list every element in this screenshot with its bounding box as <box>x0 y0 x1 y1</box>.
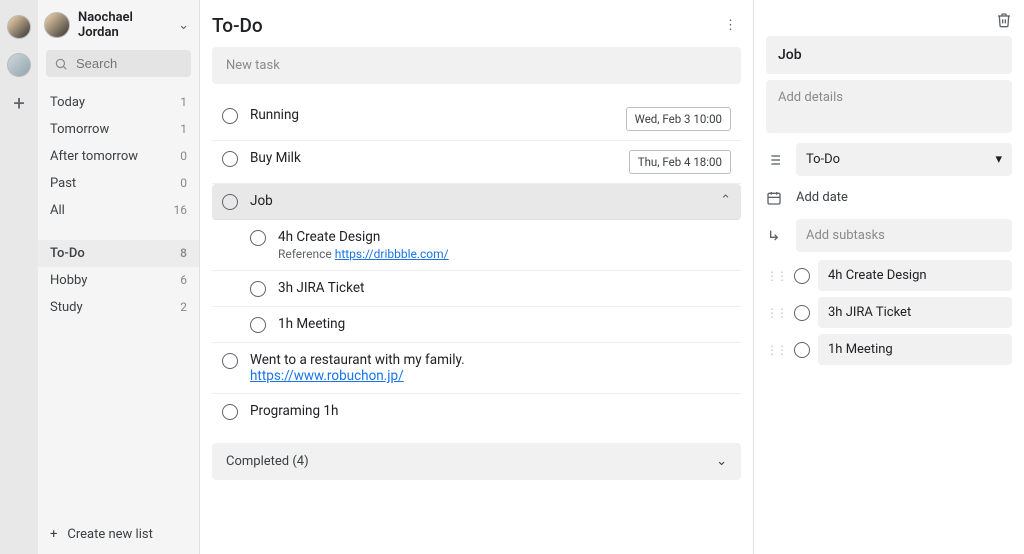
complete-toggle[interactable] <box>794 305 810 321</box>
complete-toggle[interactable] <box>222 108 238 124</box>
plus-icon: + <box>50 527 57 542</box>
search-box[interactable] <box>46 50 191 77</box>
task-title: 4h Create Design <box>278 229 731 245</box>
task-title: 3h JIRA Ticket <box>278 280 731 296</box>
completed-label: Completed (4) <box>226 454 309 469</box>
chevron-down-icon: ⌄ <box>178 18 189 33</box>
sidebar: Naochael Jordan ⌄ Today1 Tomorrow1 After… <box>38 0 200 554</box>
list-select-value: To-Do <box>806 152 840 167</box>
delete-button[interactable] <box>996 12 1012 28</box>
list-item-todo[interactable]: To-Do8 <box>38 240 199 267</box>
add-date-button[interactable]: Add date <box>796 184 848 211</box>
task-title: Buy Milk <box>250 150 617 166</box>
reference-link[interactable]: https://dribbble.com/ <box>335 247 449 261</box>
add-subtask-input[interactable]: Add subtasks <box>796 219 1012 252</box>
account-switcher[interactable]: Naochael Jordan ⌄ <box>38 0 199 50</box>
drag-handle-icon[interactable]: ⋮⋮ <box>766 269 786 283</box>
subtask-label[interactable]: 3h JIRA Ticket <box>818 297 1012 328</box>
collapse-icon[interactable]: ⌃ <box>720 193 731 208</box>
user-name: Naochael Jordan <box>78 10 170 40</box>
filter-tomorrow[interactable]: Tomorrow1 <box>38 116 199 143</box>
task-row[interactable]: Running Wed, Feb 3 10:00 <box>212 98 741 141</box>
subtask-label[interactable]: 4h Create Design <box>818 260 1012 291</box>
complete-toggle[interactable] <box>222 194 238 210</box>
task-title: Went to a restaurant with my family.http… <box>250 352 731 384</box>
subtask-label[interactable]: 1h Meeting <box>818 334 1012 365</box>
dropdown-icon: ▾ <box>995 152 1002 167</box>
detail-notes-input[interactable]: Add details <box>766 80 1012 133</box>
calendar-icon <box>766 190 784 206</box>
detail-subtask-row[interactable]: ⋮⋮ 3h JIRA Ticket <box>766 297 1012 328</box>
drag-handle-icon[interactable]: ⋮⋮ <box>766 306 786 320</box>
complete-toggle[interactable] <box>222 404 238 420</box>
subtask-row[interactable]: 4h Create Design Reference https://dribb… <box>212 220 741 271</box>
filter-after-tomorrow[interactable]: After tomorrow0 <box>38 143 199 170</box>
complete-toggle[interactable] <box>250 317 266 333</box>
date-chip[interactable]: Wed, Feb 3 10:00 <box>626 107 731 131</box>
filter-past[interactable]: Past0 <box>38 170 199 197</box>
more-menu-button[interactable]: ⋮ <box>720 14 741 37</box>
detail-subtask-row[interactable]: ⋮⋮ 4h Create Design <box>766 260 1012 291</box>
list-select[interactable]: To-Do ▾ <box>796 143 1012 176</box>
subtask-row[interactable]: 3h JIRA Ticket <box>212 271 741 307</box>
filter-all[interactable]: All16 <box>38 197 199 224</box>
detail-panel: Job Add details To-Do ▾ Add date Add sub… <box>754 0 1024 554</box>
completed-section-toggle[interactable]: Completed (4) ⌄ <box>212 443 741 480</box>
list-item-study[interactable]: Study2 <box>38 294 199 321</box>
workspace-avatar-1[interactable] <box>7 15 31 39</box>
list-icon <box>766 152 784 168</box>
complete-toggle[interactable] <box>250 281 266 297</box>
task-row[interactable]: Buy Milk Thu, Feb 4 18:00 <box>212 141 741 184</box>
task-title: 1h Meeting <box>278 316 731 332</box>
detail-subtask-row[interactable]: ⋮⋮ 1h Meeting <box>766 334 1012 365</box>
workspace-avatar-2[interactable] <box>7 53 31 77</box>
complete-toggle[interactable] <box>222 151 238 167</box>
subtask-row[interactable]: 1h Meeting <box>212 307 741 343</box>
task-title: Programing 1h <box>250 403 731 419</box>
complete-toggle[interactable] <box>250 230 266 246</box>
add-workspace-button[interactable]: + <box>13 91 24 115</box>
search-icon <box>54 57 68 71</box>
task-title: Job <box>250 193 708 209</box>
create-list-button[interactable]: + Create new list <box>38 515 199 554</box>
subtask-arrow-icon <box>766 228 784 244</box>
main-panel: To-Do ⋮ New task Running Wed, Feb 3 10:0… <box>200 0 754 554</box>
drag-handle-icon[interactable]: ⋮⋮ <box>766 343 786 357</box>
date-chip[interactable]: Thu, Feb 4 18:00 <box>629 150 731 174</box>
task-row-selected[interactable]: Job ⌃ <box>212 184 741 220</box>
list-title: To-Do <box>212 14 720 37</box>
task-title: Running <box>250 107 614 123</box>
task-row[interactable]: Went to a restaurant with my family.http… <box>212 343 741 394</box>
filter-today[interactable]: Today1 <box>38 89 199 116</box>
workspace-rail: + <box>0 0 38 554</box>
complete-toggle[interactable] <box>222 353 238 369</box>
task-subtitle: Reference https://dribbble.com/ <box>278 247 731 261</box>
user-avatar <box>44 12 70 38</box>
lists-group: To-Do8 Hobby6 Study2 <box>38 236 199 325</box>
chevron-down-icon: ⌄ <box>716 454 727 469</box>
task-link[interactable]: https://www.robuchon.jp/ <box>250 368 404 384</box>
filter-group: Today1 Tomorrow1 After tomorrow0 Past0 A… <box>38 85 199 228</box>
create-list-label: Create new list <box>67 527 152 542</box>
task-row[interactable]: Programing 1h <box>212 394 741 429</box>
new-task-input[interactable]: New task <box>212 47 741 84</box>
list-item-hobby[interactable]: Hobby6 <box>38 267 199 294</box>
complete-toggle[interactable] <box>794 342 810 358</box>
complete-toggle[interactable] <box>794 268 810 284</box>
detail-title-input[interactable]: Job <box>766 36 1012 74</box>
